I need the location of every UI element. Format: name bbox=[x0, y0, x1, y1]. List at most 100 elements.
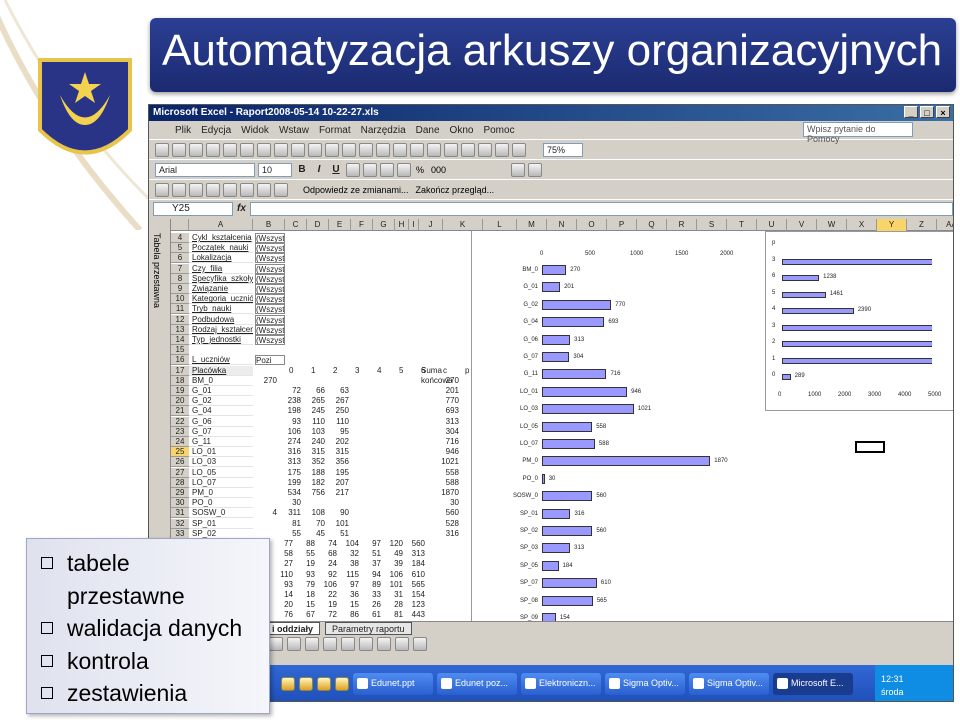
pivot-filter-dropdown[interactable]: (Wszystkie) bbox=[255, 324, 285, 335]
column-header[interactable]: G bbox=[373, 219, 395, 231]
help-search-input[interactable]: Wpisz pytanie do Pomocy bbox=[803, 122, 913, 144]
toolbar-icon[interactable] bbox=[257, 142, 271, 157]
review-icon-3[interactable] bbox=[189, 182, 203, 197]
pivot-filter-dropdown[interactable]: (Wszystkie) bbox=[255, 233, 285, 243]
column-header[interactable]: A bbox=[189, 219, 253, 231]
column-header[interactable]: F bbox=[351, 219, 373, 231]
column-header[interactable]: AA bbox=[937, 219, 953, 231]
column-header[interactable]: E bbox=[329, 219, 351, 231]
column-header[interactable]: P bbox=[607, 219, 637, 231]
maximize-button[interactable]: □ bbox=[920, 106, 934, 118]
textbox-icon[interactable] bbox=[323, 637, 337, 651]
bar-chart-totals[interactable]: 0 500 1000 1500 2000 BM_0 270 G_01 201 G_02 770 G_0… bbox=[471, 231, 749, 631]
bold-button[interactable]: B bbox=[295, 164, 309, 175]
fx-icon[interactable]: fx bbox=[237, 203, 246, 214]
column-header[interactable]: Z bbox=[907, 219, 937, 231]
toolbar-icon[interactable] bbox=[172, 142, 186, 157]
toolbar-icon[interactable] bbox=[478, 142, 492, 157]
formula-input[interactable] bbox=[249, 201, 953, 216]
menu-item[interactable]: Widok bbox=[241, 125, 269, 136]
font-color-icon[interactable] bbox=[528, 162, 543, 177]
text-color-icon[interactable] bbox=[413, 637, 427, 651]
taskbar-button[interactable]: Microsoft E... bbox=[773, 673, 853, 695]
reply-with-changes-button[interactable]: Odpowiedz ze zmianami... bbox=[301, 185, 411, 195]
toolbar-icon[interactable] bbox=[376, 142, 390, 157]
column-header[interactable]: Y bbox=[877, 219, 907, 231]
column-header[interactable]: M bbox=[517, 219, 547, 231]
column-header[interactable]: Q bbox=[637, 219, 667, 231]
column-header[interactable]: S bbox=[697, 219, 727, 231]
menu-item[interactable]: Plik bbox=[175, 125, 191, 136]
column-header[interactable]: O bbox=[577, 219, 607, 231]
taskbar-button[interactable]: Elektroniczn... bbox=[521, 673, 601, 695]
sheet-tab-active[interactable]: i oddziały bbox=[265, 622, 321, 635]
menu-item[interactable]: Wstaw bbox=[279, 125, 309, 136]
toolbar-icon[interactable] bbox=[359, 142, 373, 157]
taskbar-button[interactable]: Edunet poz... bbox=[437, 673, 517, 695]
menu-item[interactable]: Edycja bbox=[201, 125, 231, 136]
column-header[interactable]: T bbox=[727, 219, 757, 231]
selected-cell[interactable] bbox=[855, 441, 885, 453]
toolbar-icon[interactable] bbox=[444, 142, 458, 157]
menu-item[interactable]: Format bbox=[319, 125, 351, 136]
review-icon-5[interactable] bbox=[223, 182, 237, 197]
column-header[interactable]: W bbox=[817, 219, 847, 231]
quicklaunch-icon[interactable] bbox=[299, 677, 313, 691]
toolbar-icon[interactable] bbox=[427, 142, 441, 157]
menu-item[interactable]: Pomoc bbox=[483, 125, 514, 136]
review-icon-4[interactable] bbox=[206, 182, 220, 197]
close-button[interactable]: × bbox=[936, 106, 950, 118]
sheet-tab-parameters[interactable]: Parametry raportu bbox=[325, 622, 412, 635]
column-header[interactable]: D bbox=[307, 219, 329, 231]
merge-cells-icon[interactable] bbox=[397, 162, 411, 177]
toolbar-icon[interactable] bbox=[189, 142, 203, 157]
name-box[interactable]: Y25 bbox=[153, 201, 233, 216]
column-header[interactable]: L bbox=[483, 219, 517, 231]
end-review-button[interactable]: Zakończ przegląd... bbox=[414, 185, 497, 195]
toolbar-icon[interactable] bbox=[240, 142, 254, 157]
wordart-icon[interactable] bbox=[341, 637, 355, 651]
review-icon-8[interactable] bbox=[274, 182, 288, 197]
toolbar-icon[interactable] bbox=[393, 142, 407, 157]
picture-icon[interactable] bbox=[359, 637, 373, 651]
column-header[interactable]: B bbox=[253, 219, 285, 231]
pivot-filter-dropdown[interactable]: (Wszystkie) bbox=[255, 335, 285, 345]
toolbar-icon[interactable] bbox=[308, 142, 322, 157]
pivot-filter-dropdown[interactable]: (Wszystkie) bbox=[255, 304, 285, 315]
taskbar-button[interactable]: Sigma Optiv... bbox=[689, 673, 769, 695]
taskbar-button[interactable]: Sigma Optiv... bbox=[605, 673, 685, 695]
pivot-filter-dropdown[interactable]: (Wszystkie) bbox=[255, 284, 285, 294]
column-header[interactable]: I bbox=[409, 219, 419, 231]
menu-item[interactable]: Narzędzia bbox=[361, 125, 406, 136]
column-header[interactable]: U bbox=[757, 219, 787, 231]
arrow-icon[interactable] bbox=[269, 637, 283, 651]
toolbar-icon[interactable] bbox=[274, 142, 288, 157]
column-header[interactable]: N bbox=[547, 219, 577, 231]
minimize-button[interactable]: _ bbox=[904, 106, 918, 118]
column-header[interactable]: X bbox=[847, 219, 877, 231]
italic-button[interactable]: I bbox=[312, 164, 326, 175]
quicklaunch-icon[interactable] bbox=[281, 677, 295, 691]
pivot-filter-dropdown[interactable]: (Wszystkie) bbox=[255, 253, 285, 264]
column-header[interactable]: R bbox=[667, 219, 697, 231]
align-center-icon[interactable] bbox=[363, 162, 377, 177]
rectangle-icon[interactable] bbox=[287, 637, 301, 651]
fill-icon[interactable] bbox=[377, 637, 391, 651]
bar-chart-secondary[interactable]: p 3 6 1238 5 1461 4 2390 3 2 1 0 289 0 1000 2000 3000 400… bbox=[765, 231, 953, 411]
pivot-filter-dropdown[interactable]: (Wszystkie) bbox=[255, 314, 285, 325]
quicklaunch-icon[interactable] bbox=[335, 677, 349, 691]
column-header[interactable]: J bbox=[419, 219, 443, 231]
line-color-icon[interactable] bbox=[395, 637, 409, 651]
toolbar-icon[interactable] bbox=[410, 142, 424, 157]
toolbar-icon[interactable] bbox=[495, 142, 509, 157]
quicklaunch-icon[interactable] bbox=[317, 677, 331, 691]
fill-color-icon[interactable] bbox=[511, 162, 526, 177]
review-icon-2[interactable] bbox=[172, 182, 186, 197]
underline-button[interactable]: U bbox=[329, 164, 343, 175]
toolbar-icon[interactable] bbox=[342, 142, 356, 157]
currency-button[interactable]: % bbox=[414, 165, 426, 175]
font-size-select[interactable]: 10 bbox=[258, 162, 292, 177]
oval-icon[interactable] bbox=[305, 637, 319, 651]
review-icon-7[interactable] bbox=[257, 182, 271, 197]
menu-item[interactable]: Okno bbox=[450, 125, 474, 136]
